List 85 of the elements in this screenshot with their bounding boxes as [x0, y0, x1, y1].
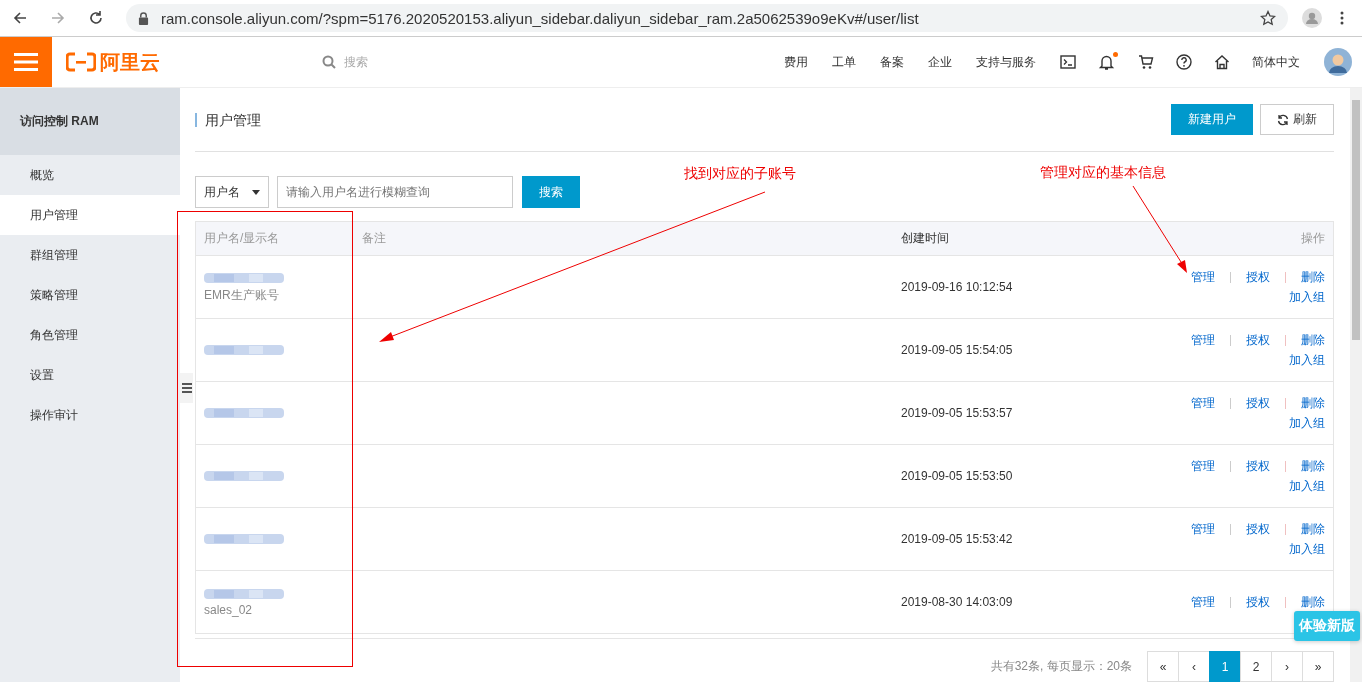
- column-header: 备注: [361, 230, 387, 247]
- page-title: 用户管理: [195, 112, 261, 127]
- sidebar-item[interactable]: 角色管理: [0, 315, 180, 355]
- action-link[interactable]: 管理: [1191, 270, 1215, 284]
- caret-icon: [252, 189, 260, 195]
- profile-icon[interactable]: [1302, 8, 1322, 28]
- search-input[interactable]: 请输入用户名进行模糊查询: [277, 176, 513, 208]
- url-text: ram.console.aliyun.com/?spm=5176.2020520153.aliyun_sidebar.daliyun_sidebar_ram.2a5062539o9eKv#/user/list: [161, 9, 920, 27]
- reload-icon[interactable]: [88, 10, 104, 26]
- nav-link[interactable]: 备案: [880, 53, 904, 71]
- page-button[interactable]: ‹: [1178, 651, 1210, 682]
- refresh-button[interactable]: 刷新: [1260, 104, 1334, 135]
- created-time: 2019-09-05 15:54:05: [900, 343, 1014, 357]
- sidebar-item[interactable]: 群组管理: [0, 235, 180, 275]
- nav-link[interactable]: 费用: [784, 53, 808, 71]
- action-link[interactable]: 删除: [1301, 396, 1325, 410]
- action-link[interactable]: 授权: [1246, 595, 1270, 609]
- action-link[interactable]: 删除: [1301, 270, 1325, 284]
- created-time: 2019-09-05 15:53:50: [900, 469, 1014, 483]
- menu-button[interactable]: [0, 37, 52, 87]
- language-link[interactable]: 简体中文: [1252, 53, 1300, 71]
- back-icon[interactable]: [12, 10, 28, 26]
- action-link[interactable]: 授权: [1246, 459, 1270, 473]
- sidebar-item[interactable]: 操作审计: [0, 395, 180, 435]
- column-header: 创建时间: [900, 230, 950, 247]
- action-link[interactable]: 加入组: [1289, 542, 1325, 556]
- help-icon[interactable]: [1176, 54, 1192, 70]
- column-header: 操作: [1300, 230, 1326, 247]
- sidebar-title: 访问控制 RAM: [0, 88, 180, 155]
- terminal-icon[interactable]: [1060, 55, 1076, 69]
- created-time: 2019-09-16 10:12:54: [900, 280, 1014, 294]
- nav-link[interactable]: 工单: [832, 53, 856, 71]
- lock-icon: [138, 11, 149, 25]
- refresh-icon: [1277, 113, 1289, 126]
- page-button[interactable]: ›: [1271, 651, 1303, 682]
- action-link[interactable]: 管理: [1191, 595, 1215, 609]
- annotation-text: 管理对应的基本信息: [1040, 164, 1166, 182]
- action-link[interactable]: 管理: [1191, 396, 1215, 410]
- page-button[interactable]: 2: [1240, 651, 1272, 682]
- action-link[interactable]: 删除: [1301, 333, 1325, 347]
- nav-link[interactable]: 企业: [928, 53, 952, 71]
- annotation-text: 找到对应的子账号: [684, 165, 796, 183]
- created-time: 2019-08-30 14:03:09: [900, 595, 1014, 609]
- pagination-summary: 共有32条, 每页显示：20条: [990, 658, 1132, 675]
- action-link[interactable]: 加入组: [1289, 479, 1325, 493]
- sidebar-item[interactable]: 用户管理: [0, 195, 180, 235]
- action-link[interactable]: 授权: [1246, 270, 1270, 284]
- star-icon[interactable]: [1260, 10, 1276, 26]
- field-select[interactable]: 用户名: [195, 176, 269, 208]
- address-bar[interactable]: ram.console.aliyun.com/?spm=5176.2020520153.aliyun_sidebar.daliyun_sidebar_ram.2a5062539o9eKv#/user/list: [126, 4, 1288, 32]
- action-link[interactable]: 加入组: [1289, 353, 1325, 367]
- action-link[interactable]: 管理: [1191, 522, 1215, 536]
- display-name: sales_02: [204, 603, 254, 617]
- action-link[interactable]: 加入组: [1289, 290, 1325, 304]
- action-link[interactable]: 删除: [1301, 522, 1325, 536]
- menu-icon: [14, 52, 38, 72]
- create-user-button[interactable]: 新建用户: [1171, 104, 1253, 135]
- action-link[interactable]: 管理: [1191, 459, 1215, 473]
- avatar-icon[interactable]: [1324, 48, 1352, 76]
- page-button[interactable]: «: [1147, 651, 1179, 682]
- created-time: 2019-09-05 15:53:57: [900, 406, 1014, 420]
- action-link[interactable]: 删除: [1301, 459, 1325, 473]
- home-icon[interactable]: [1214, 54, 1230, 70]
- collapse-handle[interactable]: [180, 373, 193, 403]
- cart-icon[interactable]: [1138, 54, 1154, 70]
- more-icon[interactable]: [1340, 10, 1344, 26]
- action-link[interactable]: 管理: [1191, 333, 1215, 347]
- logo-icon: [66, 52, 96, 72]
- search-icon: [322, 55, 336, 69]
- sidebar-item[interactable]: 策略管理: [0, 275, 180, 315]
- column-header: 用户名/显示名: [203, 230, 281, 247]
- action-link[interactable]: 删除: [1301, 595, 1325, 609]
- search-button[interactable]: 搜索: [522, 176, 580, 208]
- created-time: 2019-09-05 15:53:42: [900, 532, 1014, 546]
- action-link[interactable]: 授权: [1246, 522, 1270, 536]
- action-link[interactable]: 授权: [1246, 396, 1270, 410]
- bell-icon[interactable]: [1098, 53, 1116, 71]
- action-link[interactable]: 加入组: [1289, 416, 1325, 430]
- sidebar-item[interactable]: 设置: [0, 355, 180, 395]
- page-button[interactable]: »: [1302, 651, 1334, 682]
- nav-link[interactable]: 支持与服务: [976, 53, 1036, 71]
- sidebar-item[interactable]: 概览: [0, 155, 180, 195]
- display-name: EMR生产账号: [204, 286, 280, 304]
- action-link[interactable]: 授权: [1246, 333, 1270, 347]
- page-button[interactable]: 1: [1209, 651, 1241, 682]
